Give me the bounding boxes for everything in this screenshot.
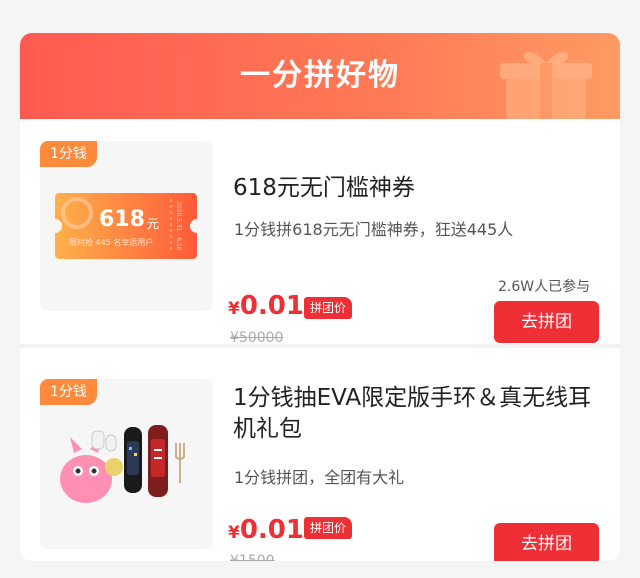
product-thumbnail[interactable]: 1分钱 618 元 限时抢 445 名幸运用户 2020.5.31 · 6.18 [40,141,213,311]
coupon-amount: 618 [99,207,145,232]
price-currency: ¥ [228,299,240,319]
price-value: 0.01 [239,291,304,321]
participants-count: 2.6W人已参与 [498,279,591,295]
price-badge: 拼团价 [304,517,353,539]
coupon-image: 618 元 限时抢 445 名幸运用户 2020.5.31 · 6.18 [55,193,197,259]
product-subtitle: 1分钱拼团，全团有大礼 [234,468,405,487]
divider [20,344,620,348]
price-value: 0.01 [239,515,304,545]
price-tag: 1分钱 [40,379,97,405]
price-badge: 拼团价 [304,297,353,319]
price-currency: ¥ [228,523,240,543]
price-tag: 1分钱 [40,141,97,167]
coupon-description: 限时抢 445 名幸运用户 [69,238,154,247]
product-image [60,425,185,503]
section-header: 一分拼好物 [20,33,620,119]
join-group-button[interactable]: 去拼团 [494,523,599,561]
list-item[interactable]: 1分钱 618 元 限时抢 445 名幸运用户 2020.5.31 · 6.18… [20,119,620,349]
list-item[interactable]: 1分钱 1分钱抽EVA限定版手环＆真无线耳机礼包 1分钱拼团，全团有大礼 ¥0.… [20,349,620,561]
section-title: 一分拼好物 [240,58,400,93]
product-subtitle: 1分钱拼618元无门槛神券，狂送445人 [234,220,514,239]
original-price: ¥1500 [230,553,275,561]
product-title[interactable]: 1分钱抽EVA限定版手环＆真无线耳机礼包 [233,383,603,445]
group-price: ¥0.01 [228,291,304,321]
product-title[interactable]: 618元无门槛神券 [233,173,603,204]
join-group-button[interactable]: 去拼团 [494,301,599,343]
coupon-unit: 元 [147,217,160,231]
coupon-date: 2020.5.31 · 6.18 [175,201,182,251]
group-buy-card: 一分拼好物 1分钱 618 元 限时抢 445 名幸运用户 2020.5.31 … [20,33,620,561]
product-thumbnail[interactable]: 1分钱 [40,379,213,549]
group-price: ¥0.01 [228,515,304,545]
